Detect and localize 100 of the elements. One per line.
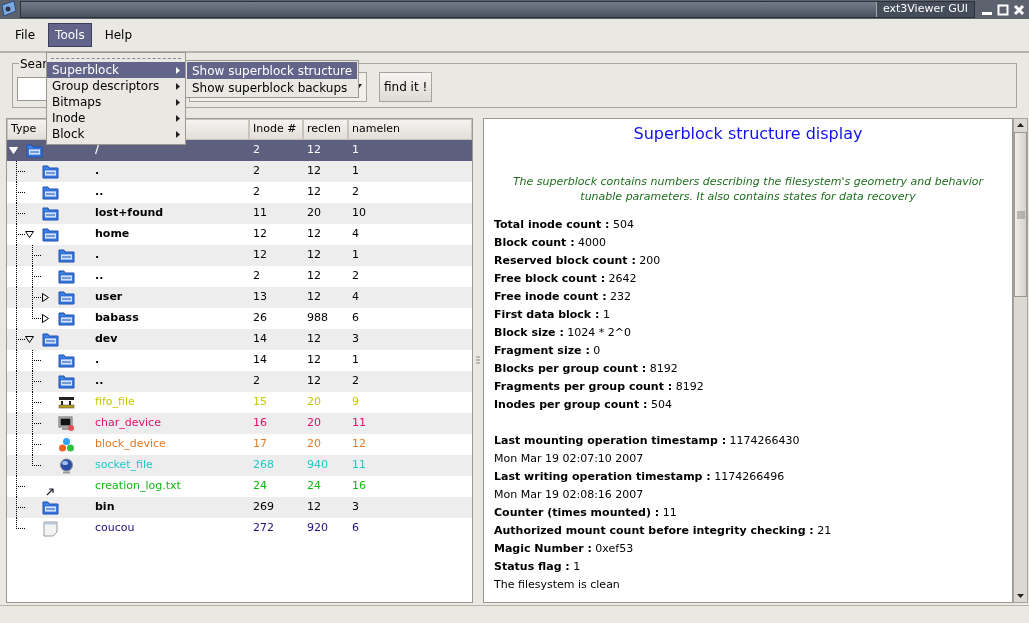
menu-entry[interactable]: Show superblock structure <box>187 62 358 79</box>
menu-item[interactable]: Tools <box>48 23 92 47</box>
inode-number: 2 <box>252 142 261 159</box>
menu-entry[interactable]: Show superblock backups <box>187 79 358 96</box>
app-icon <box>0 0 18 18</box>
file-name: .. <box>95 373 104 390</box>
inode-number: 272 <box>252 520 275 537</box>
column-header[interactable]: Inode # <box>249 119 303 140</box>
tree-row[interactable]: . 2 12 1 <box>7 161 472 182</box>
scroll-thumb[interactable] <box>1014 132 1027 297</box>
inode-number: 14 <box>252 352 268 369</box>
inode-number: 11 <box>252 205 268 222</box>
namelen-value: 1 <box>351 352 360 369</box>
menu-entry[interactable]: Inode <box>47 110 185 126</box>
file-name: lost+found <box>95 205 164 222</box>
field-line: Block count : 4000 <box>494 235 608 251</box>
reclen-value: 24 <box>306 478 322 495</box>
file-name: . <box>95 247 100 264</box>
inode-number: 14 <box>252 331 268 348</box>
namelen-value: 10 <box>351 205 367 222</box>
reclen-value: 920 <box>306 520 329 537</box>
tree-row[interactable]: char_device 16 20 11 <box>7 413 472 434</box>
file-name: socket_file <box>95 457 153 474</box>
expander-down-icon[interactable] <box>25 335 34 344</box>
namelen-value: 1 <box>351 142 360 159</box>
file-name: coucou <box>95 520 135 537</box>
splitter-grip-icon[interactable] <box>476 356 480 365</box>
reclen-value: 20 <box>306 394 322 411</box>
menu-item[interactable]: File <box>8 23 43 47</box>
field-line: Inodes per group count : 504 <box>494 397 673 413</box>
expander-down-icon[interactable] <box>25 230 34 239</box>
reclen-value: 12 <box>306 268 322 285</box>
file-name: .. <box>95 184 104 201</box>
inode-number: 13 <box>252 289 268 306</box>
scrollbar[interactable] <box>1013 118 1028 603</box>
inode-number: 2 <box>252 373 261 390</box>
menu-item[interactable]: Help <box>97 23 139 47</box>
menu-entry[interactable]: Bitmaps <box>47 94 185 110</box>
grip-icon <box>1016 210 1025 219</box>
tree-row[interactable]: bin 269 12 3 <box>7 497 472 518</box>
field-line: Total inode count : 504 <box>494 217 635 233</box>
reclen-value: 20 <box>306 436 322 453</box>
folder-icon <box>41 332 59 347</box>
tree-row[interactable]: user 13 12 4 <box>7 287 472 308</box>
tree-row[interactable]: .. 2 12 2 <box>7 371 472 392</box>
cubes-icon <box>57 436 75 453</box>
field-line: Last writing operation timestamp : 1174266496 <box>494 469 786 485</box>
folder-icon <box>57 248 75 263</box>
folder-icon <box>57 353 75 368</box>
folder-icon <box>57 311 75 326</box>
namelen-value: 6 <box>351 310 360 327</box>
reclen-value: 12 <box>306 163 322 180</box>
field-line: Blocks per group count : 8192 <box>494 361 679 377</box>
folder-icon <box>41 164 59 179</box>
inode-number: 12 <box>252 226 268 243</box>
file-name: home <box>95 226 130 243</box>
reclen-value: 12 <box>306 142 322 159</box>
expander-right-icon[interactable] <box>41 293 50 302</box>
reclen-value: 20 <box>306 415 322 432</box>
reclen-value: 12 <box>306 184 322 201</box>
menu-entry[interactable]: Block <box>47 126 185 142</box>
text-line: Mon Mar 19 02:08:16 2007 <box>494 487 645 503</box>
namelen-value: 2 <box>351 268 360 285</box>
reclen-value: 12 <box>306 289 322 306</box>
tree-row[interactable]: / 2 12 1 <box>7 140 472 161</box>
folder-icon <box>41 185 59 200</box>
expander-right-icon[interactable] <box>41 314 50 323</box>
details-title: Superblock structure display <box>632 123 864 145</box>
file-name: babass <box>95 310 139 327</box>
find-button[interactable]: find it ! <box>379 71 433 102</box>
field-line: First data block : 1 <box>494 307 611 323</box>
reclen-value: 988 <box>306 310 329 327</box>
maximize-icon[interactable] <box>997 3 1009 16</box>
field-line: Counter (times mounted) : 11 <box>494 505 678 521</box>
details-description: The superblock contains numbers describing the filesystem's geometry and behavior tunable parameters. It also contains states for data recovery <box>511 174 985 204</box>
menu-entry[interactable]: Group descriptors <box>47 78 185 94</box>
field-line: Free block count : 2642 <box>494 271 638 287</box>
menu-entry[interactable]: Superblock <box>47 62 185 78</box>
file-name: user <box>95 289 123 306</box>
tree-row[interactable]: dev 14 12 3 <box>7 329 472 350</box>
document-icon <box>42 520 58 537</box>
namelen-value: 3 <box>351 331 360 348</box>
field-line: Fragments per group count : 8192 <box>494 379 705 395</box>
reclen-value: 12 <box>306 373 322 390</box>
column-header[interactable]: namelen <box>348 119 472 140</box>
column-header[interactable]: reclen <box>303 119 348 140</box>
window-title: ext3Viewer GUI <box>875 2 974 17</box>
field-line: Fragment size : 0 <box>494 343 602 359</box>
reclen-value: 12 <box>306 352 322 369</box>
file-name: creation_log.txt <box>95 478 181 495</box>
tree-row[interactable]: lost+found 11 20 10 <box>7 203 472 224</box>
tree-row[interactable]: . 12 12 1 <box>7 245 472 266</box>
file-name: . <box>95 352 100 369</box>
namelen-value: 1 <box>351 163 360 180</box>
namelen-value: 3 <box>351 499 360 516</box>
file-name: .. <box>95 268 104 285</box>
inode-number: 268 <box>252 457 275 474</box>
close-icon[interactable] <box>1013 3 1025 16</box>
file-name: fifo_file <box>95 394 135 411</box>
file-name: block_device <box>95 436 166 453</box>
